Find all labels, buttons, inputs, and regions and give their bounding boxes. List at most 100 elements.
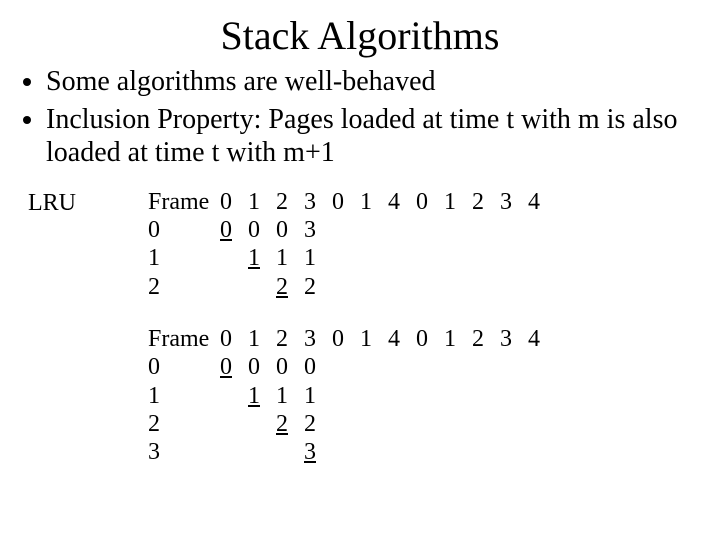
cell [388, 273, 416, 301]
cell: 1 [444, 325, 472, 353]
cell: 0 [332, 188, 360, 216]
cell [528, 273, 556, 301]
cell: 4 [528, 325, 556, 353]
cell [388, 353, 416, 381]
cell [388, 244, 416, 272]
cell [528, 244, 556, 272]
frame-table-4: Frame 0 1 2 3 0 1 4 0 1 2 3 4 0 0 [148, 325, 556, 467]
cell [444, 273, 472, 301]
cell: 0 [220, 325, 248, 353]
bullet-item: Inclusion Property: Pages loaded at time… [46, 103, 692, 170]
cell [332, 216, 360, 244]
cell [332, 273, 360, 301]
cell: 1 [276, 244, 304, 272]
algorithm-label: LRU [28, 188, 148, 217]
cell [444, 410, 472, 438]
cell [500, 382, 528, 410]
cell [472, 410, 500, 438]
cell [444, 216, 472, 244]
cell [332, 438, 360, 466]
cell [472, 438, 500, 466]
table-row: 1 1 1 1 [148, 382, 556, 410]
cell: 0 [220, 216, 248, 244]
row-header: 1 [148, 244, 220, 272]
cell [220, 244, 248, 272]
cell: 1 [304, 382, 332, 410]
cell: 3 [304, 325, 332, 353]
cell: 1 [248, 325, 276, 353]
cell [444, 438, 472, 466]
cell: 1 [276, 382, 304, 410]
cell: 1 [304, 244, 332, 272]
cell [500, 244, 528, 272]
cell: 3 [304, 438, 332, 466]
cell [388, 216, 416, 244]
table-row: 1 1 1 1 [148, 244, 556, 272]
cell: 3 [500, 325, 528, 353]
row-header: 0 [148, 353, 220, 381]
cell [360, 382, 388, 410]
cell [444, 353, 472, 381]
cell: 1 [360, 325, 388, 353]
cell [360, 244, 388, 272]
cell [360, 410, 388, 438]
cell: 0 [416, 188, 444, 216]
row-header: 1 [148, 382, 220, 410]
cell: 2 [472, 325, 500, 353]
cell: 1 [248, 244, 276, 272]
cell [388, 382, 416, 410]
cell: 2 [304, 273, 332, 301]
cell [528, 216, 556, 244]
row-header: Frame [148, 188, 220, 216]
row-header: 3 [148, 438, 220, 466]
cell [332, 353, 360, 381]
row-header: Frame [148, 325, 220, 353]
cell [472, 244, 500, 272]
cell [220, 382, 248, 410]
cell [360, 353, 388, 381]
cell: 3 [500, 188, 528, 216]
cell [248, 438, 276, 466]
cell [360, 216, 388, 244]
cell [416, 244, 444, 272]
frame-table-3: Frame 0 1 2 3 0 1 4 0 1 2 3 4 0 0 [148, 188, 556, 301]
frame-tables: Frame 0 1 2 3 0 1 4 0 1 2 3 4 0 0 [148, 188, 556, 491]
cell [500, 353, 528, 381]
cell: 0 [276, 353, 304, 381]
bullet-item: Some algorithms are well-behaved [46, 65, 692, 99]
table-row: 2 2 2 [148, 410, 556, 438]
table-row: Frame 0 1 2 3 0 1 4 0 1 2 3 4 [148, 325, 556, 353]
slide-title: Stack Algorithms [28, 12, 692, 59]
cell [528, 438, 556, 466]
bullet-list: Some algorithms are well-behaved Inclusi… [46, 65, 692, 170]
table-row: Frame 0 1 2 3 0 1 4 0 1 2 3 4 [148, 188, 556, 216]
cell: 1 [248, 188, 276, 216]
cell [472, 273, 500, 301]
cell [388, 410, 416, 438]
cell [416, 438, 444, 466]
cell [416, 353, 444, 381]
cell: 0 [332, 325, 360, 353]
row-header: 2 [148, 410, 220, 438]
cell [472, 216, 500, 244]
cell: 0 [220, 353, 248, 381]
cell: 1 [248, 382, 276, 410]
cell [276, 438, 304, 466]
cell: 0 [304, 353, 332, 381]
cell [332, 244, 360, 272]
table-row: 0 0 0 0 3 [148, 216, 556, 244]
cell: 4 [528, 188, 556, 216]
cell [500, 438, 528, 466]
table-row: 3 3 [148, 438, 556, 466]
cell [500, 216, 528, 244]
table-row: 2 2 2 [148, 273, 556, 301]
cell [500, 273, 528, 301]
cell [388, 438, 416, 466]
algorithm-example: LRU Frame 0 1 2 3 0 1 4 0 1 2 3 4 [28, 188, 692, 491]
cell: 0 [276, 216, 304, 244]
cell [472, 353, 500, 381]
cell [248, 273, 276, 301]
cell [332, 410, 360, 438]
cell: 4 [388, 325, 416, 353]
cell: 0 [416, 325, 444, 353]
